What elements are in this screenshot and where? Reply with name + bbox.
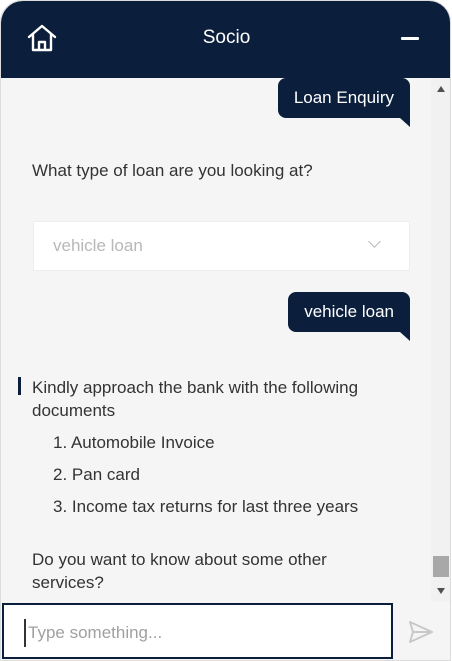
- document-list-item: 3. Income tax returns for last three yea…: [53, 497, 359, 516]
- scroll-down-arrow-icon[interactable]: [437, 588, 445, 594]
- chat-widget: Socio Loan Enquiry What type of loan are…: [0, 0, 451, 661]
- document-list-item: 1. Automobile Invoice: [53, 433, 215, 452]
- scroll-up-arrow-icon[interactable]: [437, 86, 445, 92]
- message-input-box: [2, 603, 393, 659]
- dropdown-selected-value: vehicle loan: [53, 236, 143, 255]
- chat-scrollbar[interactable]: [431, 78, 450, 602]
- user-message-vehicle-loan: vehicle loan: [288, 292, 410, 341]
- minimize-icon[interactable]: [401, 37, 419, 40]
- chat-header: Socio: [1, 1, 450, 78]
- send-button[interactable]: [408, 619, 434, 645]
- bot-documents-intro: Kindly approach the bank with the follow…: [32, 378, 359, 420]
- user-message-loan-enquiry: Loan Enquiry: [277, 78, 411, 127]
- document-list-item: 2. Pan card: [53, 465, 140, 484]
- chat-messages: Loan Enquiry What type of loan are you l…: [1, 78, 431, 602]
- message-marker: [18, 377, 21, 395]
- bot-question-other-services: Do you want to know about some other ser…: [32, 550, 327, 592]
- loan-type-dropdown[interactable]: vehicle loan: [33, 221, 410, 271]
- scroll-thumb[interactable]: [433, 556, 449, 577]
- message-input[interactable]: [24, 619, 380, 647]
- chevron-down-icon: [368, 235, 381, 248]
- chat-title: Socio: [202, 27, 251, 48]
- bot-question-loan-type: What type of loan are you looking at?: [32, 161, 313, 180]
- send-icon: [409, 621, 433, 643]
- message-input-area: [1, 602, 450, 660]
